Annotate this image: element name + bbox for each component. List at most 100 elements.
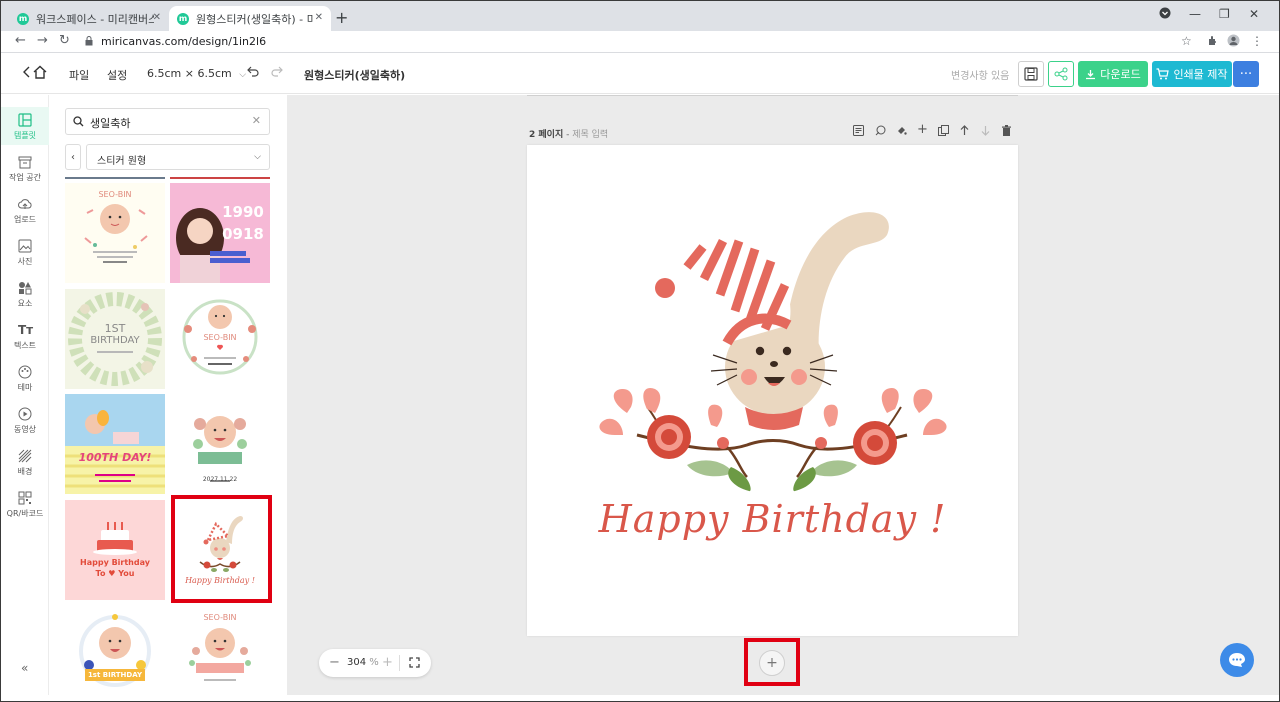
thumb-title: SEO-BIN (98, 190, 132, 199)
design-page[interactable]: Happy Birthday ! (527, 145, 1018, 636)
template-thumbnail[interactable]: SEO-BIN (65, 183, 165, 283)
template-thumbnail[interactable]: 1ST BIRTHDAY (65, 289, 165, 389)
zoom-in-button[interactable]: + (382, 655, 393, 670)
sidebar-item-qr[interactable]: QR/바코드 (1, 491, 49, 519)
text-icon: Tт (18, 323, 34, 337)
background-icon (18, 449, 32, 463)
zoom-control: − 304 % + (319, 649, 431, 677)
app-window: m 워크스페이스 - 미리캔버스 ✕ m 원형스티커(생일축하) - 미리캔버 … (0, 0, 1280, 702)
browser-tab-active[interactable]: m 원형스티커(생일축하) - 미리캔버 ✕ (169, 6, 331, 31)
download-button[interactable]: 다운로드 (1078, 61, 1148, 87)
sidebar-item-upload[interactable]: 업로드 (1, 197, 49, 225)
move-page-down-icon[interactable] (980, 125, 991, 136)
home-button[interactable] (23, 65, 47, 82)
browser-tab-bar: m 워크스페이스 - 미리캔버스 ✕ m 원형스티커(생일축하) - 미리캔버 … (1, 1, 1279, 31)
profile-menu-icon[interactable] (1159, 7, 1171, 22)
print-order-button[interactable]: 인쇄물 제작 (1152, 61, 1232, 87)
minimize-icon[interactable]: — (1189, 7, 1201, 21)
bookmark-star-icon[interactable]: ☆ (1181, 34, 1192, 48)
move-page-up-icon[interactable] (959, 125, 970, 136)
filter-back-button[interactable]: ‹ (65, 144, 81, 170)
sidebar-item-label: 사진 (17, 257, 33, 266)
duplicate-page-icon[interactable] (938, 125, 949, 136)
bunny-birthday-illustration[interactable] (527, 145, 1018, 636)
tab-close-icon[interactable]: ✕ (153, 12, 161, 23)
extensions-icon[interactable] (1207, 34, 1219, 49)
new-tab-icon[interactable]: + (335, 8, 348, 27)
chat-support-button[interactable] (1220, 643, 1254, 677)
collapse-sidebar-icon[interactable]: « (21, 661, 28, 675)
template-thumbnail[interactable]: 2027.11.22 (170, 394, 270, 494)
zoom-out-button[interactable]: − (329, 655, 340, 670)
sidebar-item-photos[interactable]: 사진 (1, 239, 49, 267)
miricanvas-favicon-icon: m (177, 12, 189, 25)
template-thumbnail[interactable]: SEO-BIN (170, 289, 270, 389)
forward-icon[interactable]: → (37, 33, 48, 48)
page-memo-icon[interactable] (853, 125, 864, 136)
account-icon[interactable] (1227, 34, 1240, 50)
heart-icon: ♥ (108, 569, 116, 578)
settings-menu[interactable]: 설정 (107, 67, 127, 83)
zoom-divider (399, 655, 400, 671)
more-options-button[interactable]: ··· (1233, 61, 1259, 87)
zoom-value[interactable]: 304 % (347, 657, 379, 668)
page-title-input[interactable]: 제목 입력 (572, 130, 608, 140)
page-size-dropdown[interactable]: 6.5cm × 6.5cm ⌵ (147, 67, 246, 80)
add-page-button[interactable]: + (759, 650, 785, 676)
sidebar-item-label: 작업 공간 (9, 173, 41, 182)
sidebar-item-video[interactable]: 동영상 (1, 407, 49, 435)
template-thumbnail[interactable]: 1990 0918 (170, 183, 270, 283)
sidebar-item-text[interactable]: Tт 텍스트 (1, 323, 49, 351)
browser-menu-icon[interactable]: ⋮ (1251, 34, 1263, 48)
sidebar-item-background[interactable]: 배경 (1, 449, 49, 477)
tab-title: 워크스페이스 - 미리캔버스 (36, 12, 154, 26)
add-page-icon[interactable]: + (917, 122, 928, 137)
template-thumbnail[interactable]: 1st BIRTHDAY (65, 611, 165, 695)
greeting-text[interactable]: Happy Birthday ! (527, 497, 1018, 541)
zoom-number: 304 (347, 657, 367, 668)
template-panel: 생일축하 ✕ ‹ 스티커 원형 ⌵ SEO-BIN 1990 0918 1ST … (50, 95, 286, 695)
sidebar-item-theme[interactable]: 테마 (1, 365, 49, 393)
miricanvas-favicon-icon: m (17, 12, 29, 25)
sidebar-item-elements[interactable]: 요소 (1, 281, 49, 309)
template-thumbnail-selected[interactable]: Happy Birthday ! (170, 500, 270, 600)
page-animation-icon[interactable] (875, 125, 886, 136)
baby-pink-ribbon-image (189, 628, 251, 681)
sidebar-item-label: 동영상 (13, 425, 37, 434)
red-flower-right (853, 421, 897, 465)
template-thumbnail[interactable]: 100TH DAY! (65, 394, 165, 494)
close-window-icon[interactable]: ✕ (1249, 7, 1259, 21)
sidebar-item-workspace[interactable]: 작업 공간 (1, 155, 49, 183)
back-icon[interactable]: ← (15, 33, 26, 48)
restore-icon[interactable]: ❐ (1219, 7, 1230, 21)
template-thumbnail[interactable]: Happy Birthday To ♥ You (65, 500, 165, 600)
save-button[interactable] (1018, 61, 1044, 87)
redo-icon[interactable] (271, 65, 283, 80)
reload-icon[interactable]: ↻ (59, 33, 70, 48)
thumb-title: 100TH DAY! (78, 451, 152, 464)
thumb-subtitle: BIRTHDAY (90, 335, 140, 346)
sidebar-item-label: QR/바코드 (6, 509, 44, 518)
thumb-edge (170, 177, 270, 179)
thumb-subtitle-suffix: You (118, 569, 135, 578)
browser-tab[interactable]: m 워크스페이스 - 미리캔버스 ✕ (9, 6, 169, 31)
category-dropdown[interactable]: 스티커 원형 ⌵ (86, 144, 270, 170)
url-input[interactable]: miricanvas.com/design/1in2l6 (101, 35, 266, 48)
thumb-date: 2027.11.22 (202, 476, 238, 483)
document-title[interactable]: 원형스티커(생일축하) (304, 67, 405, 83)
cart-icon (1156, 68, 1170, 80)
thumb-subtitle: To ♥ You (65, 569, 165, 578)
undo-icon[interactable] (247, 65, 259, 80)
search-value: 생일축하 (90, 117, 131, 130)
tab-close-icon[interactable]: ✕ (315, 12, 323, 23)
share-button[interactable] (1048, 61, 1074, 87)
thumb-subtitle: 0918 (222, 225, 264, 243)
template-search-input[interactable]: 생일축하 ✕ (65, 108, 270, 135)
delete-page-icon[interactable] (1001, 125, 1012, 136)
fullscreen-icon[interactable] (409, 657, 420, 668)
file-menu[interactable]: 파일 (69, 67, 89, 83)
template-thumbnail[interactable]: SEO-BIN (170, 611, 270, 695)
page-background-color-icon[interactable] (896, 125, 907, 136)
sidebar-item-templates[interactable]: 템플릿 (1, 107, 49, 145)
clear-search-icon[interactable]: ✕ (252, 114, 261, 127)
